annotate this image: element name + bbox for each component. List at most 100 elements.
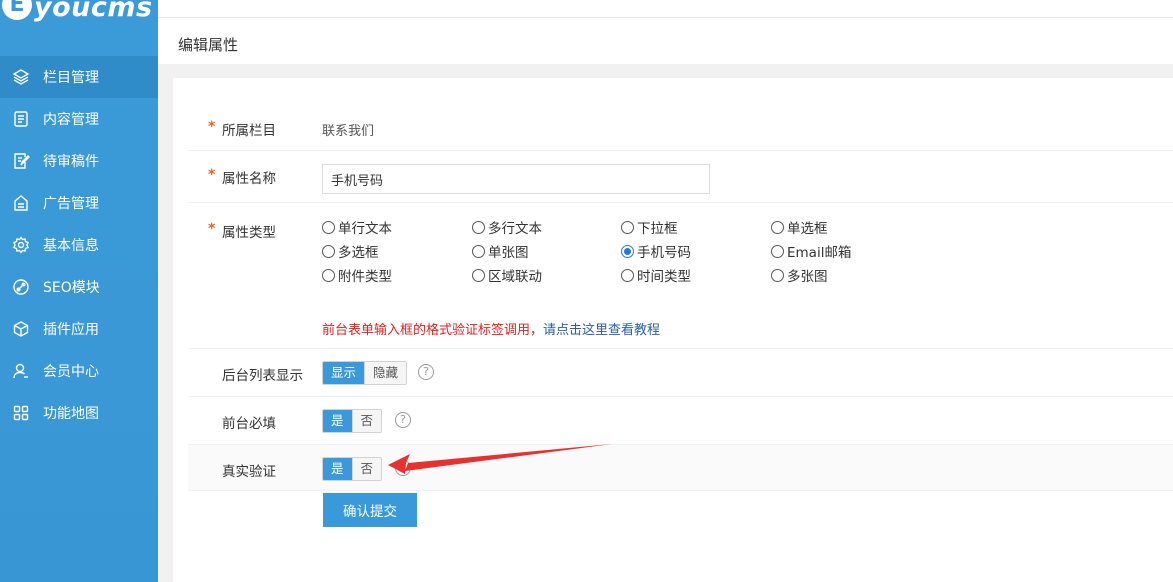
row-list-display: 后台列表显示 显示 隐藏 ? (188, 349, 1173, 397)
user-icon (12, 362, 30, 380)
attr-type-label: 属性类型 (222, 225, 276, 241)
row-frontend-required: 前台必填 是 否 ? (188, 397, 1173, 445)
radio-button[interactable] (621, 220, 634, 234)
sidebar-item-seo[interactable]: SEO模块 (0, 266, 158, 308)
radio-button[interactable] (472, 268, 485, 282)
sidebar-item-ads[interactable]: 广告管理 (0, 182, 158, 224)
radio-label: 区域联动 (488, 269, 542, 285)
sidebar-item-label: 基本信息 (43, 238, 99, 254)
radio-button[interactable] (322, 244, 335, 258)
real-verify-label: 真实验证 (222, 464, 276, 480)
sidebar-item-label: 待审稿件 (43, 154, 99, 170)
ad-icon (12, 194, 30, 212)
logo-mark: E (2, 0, 32, 20)
attr-type-option[interactable]: 多张图 (771, 265, 828, 285)
attr-type-option[interactable]: 区域联动 (472, 265, 542, 285)
list-display-toggle: 显示 隐藏 (322, 361, 408, 385)
title-bar: 编辑属性 (158, 18, 1173, 64)
grid-icon (12, 404, 30, 422)
gear-icon (12, 236, 30, 254)
radio-label: Email邮箱 (787, 245, 852, 261)
frontend-required-toggle: 是 否 (322, 409, 383, 433)
radio-label: 单行文本 (338, 221, 392, 237)
document-icon (12, 110, 30, 128)
frontend-required-no-option[interactable]: 否 (351, 410, 382, 432)
sidebar-item-members[interactable]: 会员中心 (0, 350, 158, 392)
sidebar-item-label: 插件应用 (43, 322, 99, 338)
top-bar (158, 0, 1173, 18)
sidebar-item-content[interactable]: 内容管理 (0, 98, 158, 140)
row-attr-name: * 属性名称 (188, 151, 1173, 203)
list-display-hide-option[interactable]: 隐藏 (364, 362, 407, 384)
radio-button[interactable] (472, 244, 485, 258)
sidebar-item-label: 内容管理 (43, 112, 99, 128)
radio-button[interactable] (621, 244, 634, 258)
real-verify-no-option[interactable]: 否 (351, 458, 382, 480)
sidebar-item-basic-info[interactable]: 基本信息 (0, 224, 158, 266)
required-mark: * (208, 221, 216, 237)
attr-type-option[interactable]: 附件类型 (322, 265, 392, 285)
help-icon[interactable]: ? (418, 364, 434, 380)
radio-button[interactable] (322, 220, 335, 234)
attr-name-input[interactable] (322, 164, 710, 194)
category-label: 所属栏目 (222, 123, 276, 139)
category-value: 联系我们 (322, 124, 375, 139)
radio-label: 附件类型 (338, 269, 392, 285)
attr-type-option[interactable]: 下拉框 (621, 217, 678, 237)
sidebar-item-label: 功能地图 (43, 406, 99, 422)
list-display-label: 后台列表显示 (222, 368, 303, 384)
format-hint: 前台表单输入框的格式验证标签调用，请点击这里查看教程 (322, 319, 660, 338)
submit-button[interactable]: 确认提交 (323, 493, 417, 527)
sidebar-item-label: 会员中心 (43, 364, 99, 380)
frontend-required-yes-option[interactable]: 是 (323, 410, 352, 432)
radio-label: 单选框 (787, 221, 828, 237)
radio-label: 时间类型 (637, 269, 691, 285)
sidebar-item-plugins[interactable]: 插件应用 (0, 308, 158, 350)
attr-type-option[interactable]: 手机号码 (621, 241, 691, 261)
seo-icon (12, 278, 30, 296)
radio-label: 单张图 (488, 245, 529, 261)
cube-icon (12, 320, 30, 338)
row-category: * 所属栏目 联系我们 (188, 102, 1173, 151)
logo[interactable]: E youcms (0, 0, 158, 56)
radio-label: 多行文本 (488, 221, 542, 237)
sidebar-nav: 栏目管理 内容管理 待审稿件 广告管理 基本信息 SEO模块 插件应用 会员中心… (0, 56, 158, 434)
edit-document-icon (12, 152, 30, 170)
sidebar-item-label: 栏目管理 (43, 70, 99, 86)
radio-label: 下拉框 (637, 221, 678, 237)
sidebar-item-pending[interactable]: 待审稿件 (0, 140, 158, 182)
attr-type-option[interactable]: 单选框 (771, 217, 828, 237)
radio-label: 多张图 (787, 269, 828, 285)
attr-type-option[interactable]: 时间类型 (621, 265, 691, 285)
logo-text: youcms (34, 0, 153, 23)
radio-label: 手机号码 (637, 245, 691, 261)
radio-button[interactable] (771, 244, 784, 258)
help-icon[interactable]: ? (395, 412, 411, 428)
help-icon[interactable]: ? (395, 460, 411, 476)
list-display-show-option[interactable]: 显示 (323, 362, 365, 384)
attr-type-option[interactable]: Email邮箱 (771, 241, 851, 261)
real-verify-toggle: 是 否 (322, 457, 383, 481)
hint-text: 前台表单输入框的格式验证标签调用， (322, 323, 544, 338)
sidebar-item-categories[interactable]: 栏目管理 (0, 56, 158, 98)
row-attr-type: * 属性类型 单行文本 多行文本 下拉框 单选框多选框 单张图 手机号码 Email邮箱附件… (188, 203, 1173, 349)
attr-type-option[interactable]: 多行文本 (472, 217, 542, 237)
frontend-required-label: 前台必填 (222, 416, 276, 432)
sidebar-item-function-map[interactable]: 功能地图 (0, 392, 158, 434)
radio-button[interactable] (322, 268, 335, 282)
required-mark: * (208, 167, 216, 183)
tutorial-link[interactable]: 请点击这里查看教程 (543, 323, 660, 338)
attr-type-option[interactable]: 单行文本 (322, 217, 392, 237)
radio-button[interactable] (621, 268, 634, 282)
radio-button[interactable] (771, 268, 784, 282)
attr-type-option[interactable]: 单张图 (472, 241, 529, 261)
sidebar-item-label: 广告管理 (43, 196, 99, 212)
page-title: 编辑属性 (178, 36, 239, 54)
radio-button[interactable] (472, 220, 485, 234)
attr-name-label: 属性名称 (222, 171, 276, 187)
radio-button[interactable] (771, 220, 784, 234)
attr-type-option[interactable]: 多选框 (322, 241, 379, 261)
sidebar: E youcms 栏目管理 内容管理 待审稿件 广告管理 基本信息 SEO模块 … (0, 0, 158, 582)
real-verify-yes-option[interactable]: 是 (323, 458, 352, 480)
sidebar-item-label: SEO模块 (43, 280, 100, 296)
